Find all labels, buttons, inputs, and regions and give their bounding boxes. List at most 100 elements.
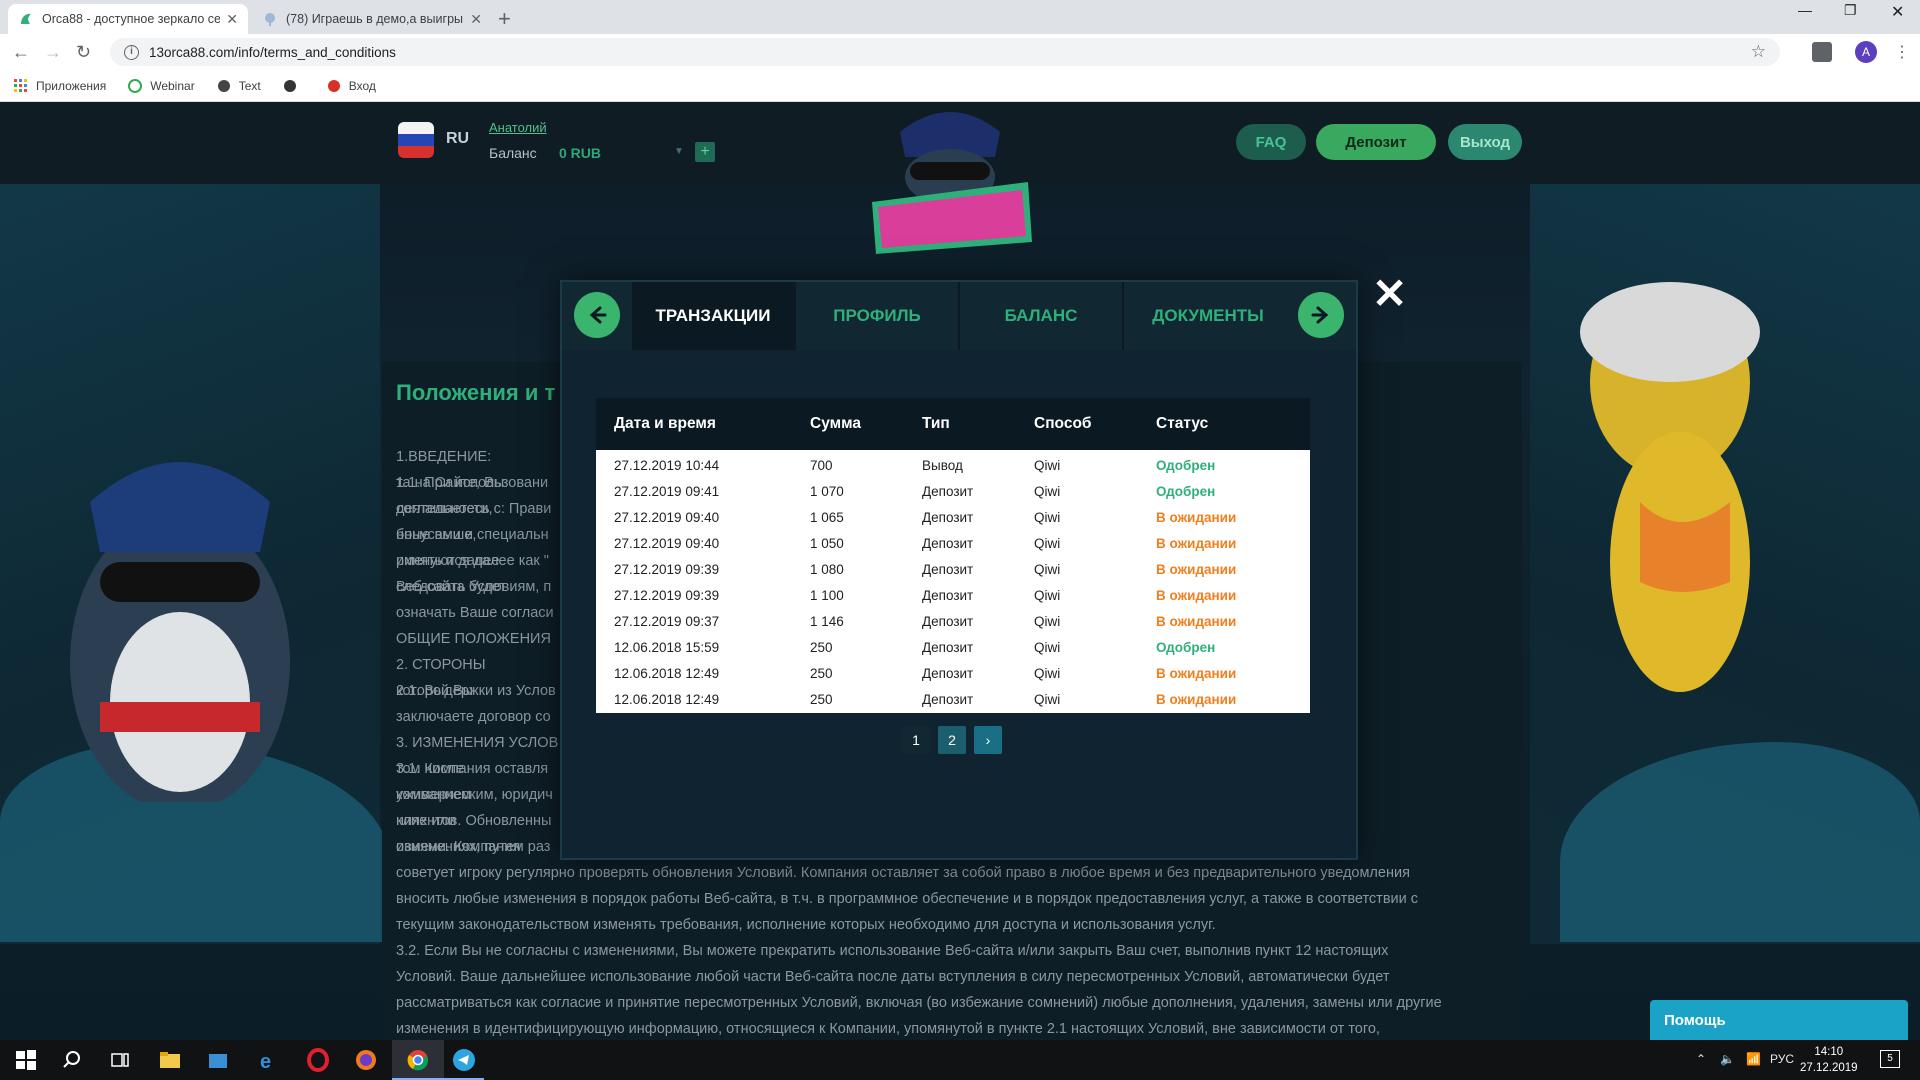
browser-tab[interactable]: (78) Играешь в демо,а выигры ✕ [252, 4, 492, 34]
cell-status: В ожидании [1156, 561, 1237, 577]
cell-amount: 250 [810, 665, 833, 681]
bookmarks-bar: Приложения Webinar Text Вход [0, 70, 1920, 102]
column-header-amount[interactable]: Сумма [792, 415, 904, 433]
edge-icon[interactable]: e [256, 1048, 280, 1073]
balance-value: 0 RUB [559, 145, 602, 161]
profile-avatar[interactable]: A [1855, 41, 1877, 63]
window-close-icon[interactable]: ✕ [1891, 2, 1904, 22]
language-selector[interactable]: RU [446, 130, 469, 148]
balance-label: Баланс [489, 145, 537, 161]
forward-icon[interactable]: → [44, 42, 62, 63]
windows-start-icon[interactable] [14, 1048, 38, 1072]
page-button-1[interactable]: 1 [902, 726, 930, 754]
close-modal-icon[interactable]: ✕ [1372, 273, 1407, 315]
menu-kebab-icon[interactable]: ⋮ [1894, 42, 1910, 62]
terms-line: текущим законодательством изменять требо… [396, 917, 1216, 933]
cell-type: Депозит [922, 561, 974, 577]
cell-method: Qiwi [1034, 509, 1061, 525]
opera-icon[interactable] [306, 1048, 330, 1072]
close-tab-icon[interactable]: ✕ [226, 11, 238, 28]
volume-icon[interactable]: 🔈 [1720, 1052, 1735, 1066]
cell-type: Депозит [922, 691, 974, 707]
tab-profile[interactable]: ПРОФИЛЬ [796, 282, 958, 350]
faq-button[interactable]: FAQ [1236, 124, 1306, 160]
table-row: 27.12.2019 10:44 700 Вывод Qiwi Одобрен [596, 452, 1310, 478]
clock-time: 14:10 [1814, 1046, 1844, 1058]
chrome-taskbar-active[interactable] [392, 1040, 444, 1080]
column-header-method[interactable]: Способ [1016, 415, 1138, 433]
file-explorer-icon[interactable] [158, 1048, 182, 1072]
browser-toolbar: ← → ↻ i 13orca88.com/info/terms_and_cond… [0, 34, 1920, 70]
modal-tab-bar: ТРАНЗАКЦИИ ПРОФИЛЬ БАЛАНС ДОКУМЕНТЫ [562, 282, 1356, 350]
tab-documents[interactable]: ДОКУМЕНТЫ [1124, 282, 1292, 350]
clock[interactable]: 14:10 27.12.2019 [1800, 1044, 1858, 1076]
cell-type: Депозит [922, 483, 974, 499]
store-icon[interactable] [206, 1048, 230, 1072]
terms-line: ОБЩИЕ ПОЛОЖЕНИЯ [396, 631, 551, 647]
page-button-2[interactable]: 2 [938, 726, 966, 754]
extension-icon[interactable] [1812, 42, 1832, 62]
bookmark-ninja[interactable] [283, 79, 305, 93]
cell-date: 27.12.2019 09:41 [614, 483, 720, 499]
cell-status: В ожидании [1156, 509, 1237, 525]
site-info-icon[interactable]: i [124, 44, 139, 60]
russia-flag-icon[interactable] [398, 122, 434, 158]
reload-icon[interactable]: ↻ [76, 42, 91, 63]
new-tab-icon[interactable]: + [498, 6, 511, 32]
username-link[interactable]: Анатолий [489, 120, 547, 135]
notifications-icon[interactable]: 5 [1880, 1050, 1900, 1068]
tray-chevron-icon[interactable]: ⌃ [1696, 1052, 1706, 1066]
orca88-logo[interactable] [860, 102, 1040, 262]
balance-dropdown-icon[interactable]: ▼ [674, 146, 684, 157]
network-icon[interactable]: 📶 [1746, 1052, 1761, 1066]
terms-line: означать Ваше согласи [396, 605, 554, 621]
apps-grid-icon [14, 78, 28, 93]
bookmark-star-icon[interactable]: ☆ [1751, 42, 1766, 62]
column-header-date[interactable]: Дата и время [596, 415, 792, 433]
fish-lady-character [1560, 262, 1790, 782]
cell-date: 12.06.2018 12:49 [614, 665, 720, 681]
cell-method: Qiwi [1034, 691, 1061, 707]
address-bar[interactable]: i 13orca88.com/info/terms_and_conditions… [110, 38, 1780, 66]
next-page-chevron-icon[interactable]: › [974, 726, 1002, 754]
table-row: 27.12.2019 09:39 1 080 Депозит Qiwi В ожидан… [596, 556, 1310, 582]
webinar-icon [128, 78, 143, 93]
cell-type: Депозит [922, 665, 974, 681]
deposit-button[interactable]: Депозит [1316, 124, 1436, 160]
minimize-icon[interactable]: — [1798, 2, 1812, 18]
terms-line: 2. СТОРОНЫ [396, 657, 486, 673]
bookmark-apps[interactable]: Приложения [14, 78, 107, 93]
bookmark-label: Приложения [36, 78, 107, 93]
chrome-icon [407, 1050, 428, 1071]
cell-date: 27.12.2019 09:40 [614, 535, 720, 551]
input-language[interactable]: РУС [1770, 1052, 1794, 1066]
terms-line: рассматриваться как согласие и принятие … [396, 995, 1442, 1011]
search-icon[interactable] [60, 1048, 84, 1072]
firefox-icon[interactable] [354, 1048, 378, 1072]
browser-tab-active[interactable]: Orca88 - доступное зеркало се ✕ [8, 4, 248, 34]
task-view-icon[interactable] [108, 1048, 132, 1072]
column-header-type[interactable]: Тип [904, 415, 1016, 433]
help-chat-button[interactable]: Помощь [1650, 1000, 1908, 1040]
close-tab-icon[interactable]: ✕ [470, 11, 482, 28]
prev-tab-arrow-icon[interactable] [574, 292, 620, 338]
orca-pirate-character [30, 402, 330, 812]
bookmark-login[interactable]: Вход [327, 79, 376, 93]
tab-title: Orca88 - доступное зеркало се [42, 12, 220, 26]
tab-transactions[interactable]: ТРАНЗАКЦИИ [632, 282, 794, 350]
back-icon[interactable]: ← [12, 42, 30, 63]
telegram-icon[interactable] [452, 1048, 476, 1072]
bookmark-text[interactable]: Text [217, 79, 261, 93]
column-header-status[interactable]: Статус [1138, 415, 1310, 433]
logout-button[interactable]: Выход [1448, 124, 1522, 160]
bookmark-label: Webinar [150, 78, 195, 93]
bookmark-webinar[interactable]: Webinar [128, 78, 195, 93]
table-row: 27.12.2019 09:40 1 065 Депозит Qiwi В ожидан… [596, 504, 1310, 530]
cell-status: Одобрен [1156, 639, 1216, 655]
add-funds-button[interactable]: + [695, 142, 715, 162]
tab-balance[interactable]: БАЛАНС [960, 282, 1122, 350]
cell-date: 27.12.2019 09:37 [614, 613, 720, 629]
restore-icon[interactable]: ❐ [1844, 2, 1857, 19]
pagination: 1 2 › [902, 726, 1002, 754]
next-tab-arrow-icon[interactable] [1298, 292, 1344, 338]
